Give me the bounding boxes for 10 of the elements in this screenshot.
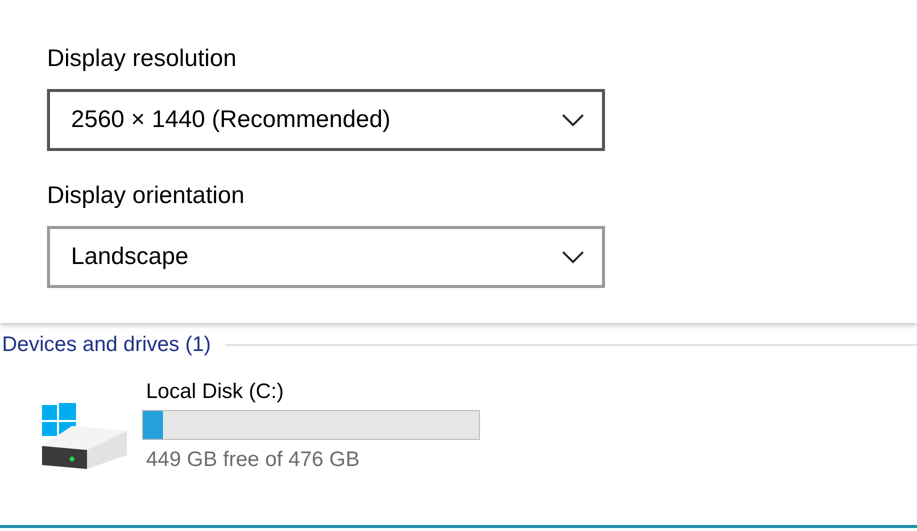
chevron-down-icon [562, 114, 584, 126]
field-label: Display resolution [47, 44, 236, 74]
dropdown[interactable]: Landscape [47, 226, 605, 288]
group-title: Devices and drives (1) [2, 332, 211, 358]
hard-drive-icon [42, 402, 128, 470]
chevron-down-icon [562, 250, 584, 264]
field-label: Display orientation [47, 181, 244, 211]
dropdown[interactable]: 2560 × 1440 (Recommended) [47, 89, 605, 151]
free-space-text: 449 GB free of 476 GB [146, 446, 360, 472]
drive-name: Local Disk (C:) [146, 378, 284, 404]
